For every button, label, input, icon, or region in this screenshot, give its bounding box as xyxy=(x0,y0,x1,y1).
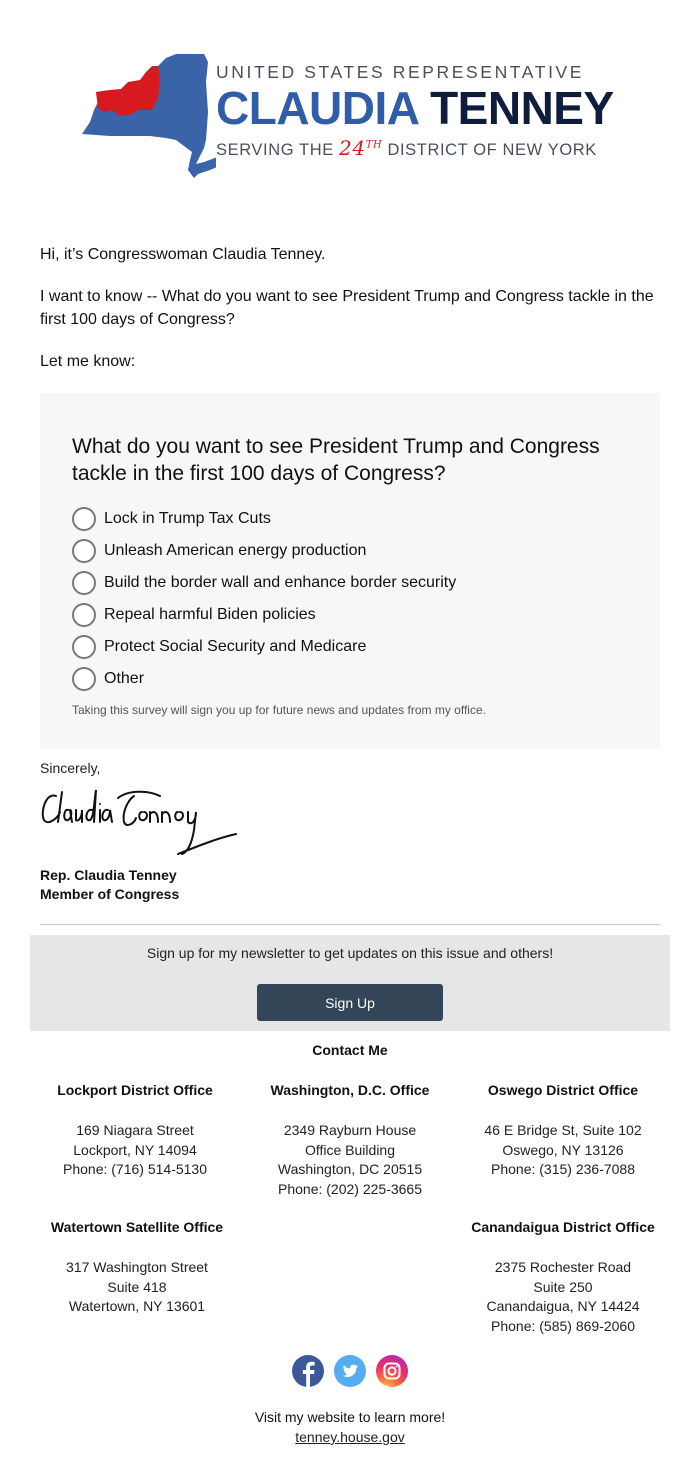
survey-question: What do you want to see President Trump … xyxy=(72,435,600,485)
office-address-line: 317 Washington Street xyxy=(66,1259,208,1275)
office-address-line: 2375 Rochester Road xyxy=(494,1259,632,1275)
radio-button[interactable] xyxy=(72,507,96,531)
survey-option[interactable]: Other xyxy=(72,663,456,695)
option-label: Other xyxy=(104,670,145,687)
newsletter-section: Sign up for my newsletter to get updates… xyxy=(30,935,670,1031)
logo-name: CLAUDIA TENNEY xyxy=(216,84,620,132)
office-canandaigua: Canandaigua District Office 2375 Rochest… xyxy=(458,1219,668,1336)
office-phone: Phone: (716) 514-5130 xyxy=(63,1161,207,1177)
survey-options: Lock in Trump Tax Cuts Unleash American … xyxy=(72,503,456,695)
office-address-line: Oswego, NY 13126 xyxy=(502,1141,624,1158)
option-label: Build the border wall and enhance border… xyxy=(104,574,457,591)
greeting-text: Hi, it’s Congresswoman Claudia Tenney. xyxy=(40,246,326,263)
survey-box: What do you want to see President Trump … xyxy=(40,393,660,749)
twitter-icon[interactable] xyxy=(334,1355,366,1387)
header-logo: UNITED STATES REPRESENTATIVE CLAUDIA TEN… xyxy=(80,52,620,180)
office-phone: Phone: (585) 869-2060 xyxy=(491,1317,635,1334)
logo-serving: SERVING THE xyxy=(216,141,334,159)
logo-last-name: TENNEY xyxy=(430,82,614,134)
office-address-line: Suite 418 xyxy=(107,1278,167,1295)
radio-button[interactable] xyxy=(72,635,96,659)
website-link-container: tenney.house.gov xyxy=(0,1429,700,1445)
signature-block: Rep. Claudia Tenney Member of Congress xyxy=(40,866,179,904)
contact-title: Contact Me xyxy=(312,1042,388,1058)
social-links xyxy=(292,1355,408,1387)
office-address-line: Washington, DC 20515 xyxy=(277,1161,423,1177)
facebook-icon[interactable] xyxy=(292,1355,324,1387)
office-watertown: Watertown Satellite Office 317 Washingto… xyxy=(32,1219,242,1317)
office-address-line: Lockport, NY 14094 xyxy=(73,1141,197,1158)
office-name: Watertown Satellite Office xyxy=(50,1219,224,1235)
office-address-line: Office Building xyxy=(304,1141,395,1158)
sincerely-text: Sincerely, xyxy=(40,760,101,776)
option-label: Lock in Trump Tax Cuts xyxy=(104,510,271,527)
prompt-text: Let me know: xyxy=(40,353,136,370)
office-oswego: Oswego District Office 46 E Bridge St, S… xyxy=(458,1082,668,1180)
radio-button[interactable] xyxy=(72,667,96,691)
survey-option[interactable]: Repeal harmful Biden policies xyxy=(72,599,456,631)
rep-name: Rep. Claudia Tenney xyxy=(40,867,177,883)
logo-district-number: 24TH xyxy=(339,136,382,160)
sign-up-button[interactable]: Sign Up xyxy=(257,984,443,1021)
radio-button[interactable] xyxy=(72,603,96,627)
office-address-line: 169 Niagara Street xyxy=(76,1122,194,1138)
option-label: Repeal harmful Biden policies xyxy=(104,606,316,623)
visit-website-text: Visit my website to learn more! xyxy=(254,1409,446,1425)
instagram-icon[interactable] xyxy=(376,1355,408,1387)
office-washington: Washington, D.C. Office 2349 Rayburn Hou… xyxy=(245,1082,455,1199)
survey-option[interactable]: Unleash American energy production xyxy=(72,535,456,567)
survey-option[interactable]: Protect Social Security and Medicare xyxy=(72,631,456,663)
section-divider xyxy=(40,924,660,925)
office-name: Lockport District Office xyxy=(57,1082,213,1098)
question-intro-text: I want to know -- What do you want to se… xyxy=(40,288,654,328)
option-label: Unleash American energy production xyxy=(104,542,367,559)
office-phone: Phone: (315) 236-7088 xyxy=(491,1161,635,1177)
rep-title: Member of Congress xyxy=(40,886,180,902)
new-york-map-icon xyxy=(82,54,216,178)
office-address-line: Canandaigua, NY 14424 xyxy=(486,1298,640,1314)
office-address-line: 46 E Bridge St, Suite 102 xyxy=(484,1122,642,1138)
office-name: Canandaigua District Office xyxy=(471,1219,655,1235)
logo-district-rest: DISTRICT OF NEW YORK xyxy=(387,141,597,159)
logo-title-line: UNITED STATES REPRESENTATIVE xyxy=(216,62,585,82)
office-name: Washington, D.C. Office xyxy=(270,1082,430,1098)
office-lockport: Lockport District Office 169 Niagara Str… xyxy=(30,1082,240,1180)
survey-disclaimer: Taking this survey will sign you up for … xyxy=(72,703,486,717)
survey-option[interactable]: Build the border wall and enhance border… xyxy=(72,567,456,599)
radio-button[interactable] xyxy=(72,571,96,595)
logo-district-line: SERVING THE 24TH DISTRICT OF NEW YORK xyxy=(216,136,620,160)
option-label: Protect Social Security and Medicare xyxy=(104,638,367,655)
office-name: Oswego District Office xyxy=(487,1082,639,1098)
office-address-line: Watertown, NY 13601 xyxy=(68,1298,206,1314)
newsletter-text: Sign up for my newsletter to get updates… xyxy=(146,945,554,961)
office-address-line: Suite 250 xyxy=(533,1278,593,1295)
signature-image xyxy=(41,789,237,855)
office-address-line: 2349 Rayburn House xyxy=(283,1122,417,1138)
website-link[interactable]: tenney.house.gov xyxy=(295,1429,405,1445)
district-number: 24 xyxy=(339,136,366,160)
radio-button[interactable] xyxy=(72,539,96,563)
office-phone: Phone: (202) 225-3665 xyxy=(278,1180,422,1197)
logo-first-name: CLAUDIA xyxy=(216,82,418,134)
district-suffix: TH xyxy=(365,139,383,151)
survey-option[interactable]: Lock in Trump Tax Cuts xyxy=(72,503,456,535)
